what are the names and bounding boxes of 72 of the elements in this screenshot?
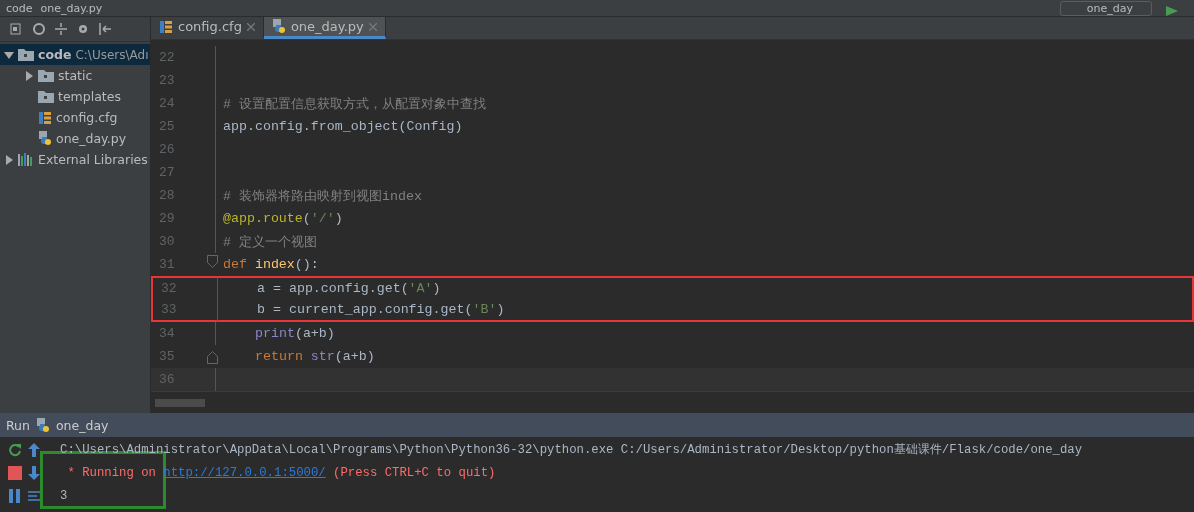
tree-item[interactable]: one_day.py (0, 128, 150, 149)
tree-item-label: External Libraries (38, 152, 148, 167)
settings-icon[interactable] (76, 22, 90, 36)
code-line: return str(a+b) (254, 349, 375, 365)
up-arrow-icon[interactable] (28, 443, 40, 457)
python-file-icon (38, 131, 52, 146)
scrollbar-thumb[interactable] (155, 398, 205, 407)
editor-tab[interactable]: config.cfg (151, 17, 264, 40)
tree-item-label: one_day.py (56, 131, 127, 146)
run-configuration-dropdown[interactable]: one_day (1059, 1, 1152, 16)
tree-item[interactable]: External Libraries (0, 149, 150, 170)
down-arrow-icon[interactable] (28, 466, 40, 480)
tree-item[interactable]: static (0, 65, 150, 86)
code-line: b = current_app.config.get('B') (256, 302, 505, 318)
python-file-icon (271, 19, 286, 35)
tree-item[interactable]: templates (0, 86, 150, 107)
line-number: 23 (158, 73, 176, 89)
line-number: 30 (158, 234, 176, 250)
library-icon (18, 153, 34, 166)
folder-icon (38, 90, 54, 103)
line-number: 35 (158, 349, 176, 365)
run-config-label[interactable]: one_day (55, 417, 109, 433)
line-number: 22 (158, 50, 176, 66)
rerun-icon[interactable] (8, 443, 22, 457)
config-file-icon (38, 110, 52, 125)
folder-path: C:\Users\Adı (75, 47, 149, 62)
tree-item[interactable]: config.cfg (0, 107, 150, 128)
tree-item-label: static (58, 68, 93, 83)
code-line: app.config.from_object(Config) (223, 119, 463, 135)
code-line: @app.route('/') (223, 211, 343, 227)
target-icon[interactable] (32, 22, 46, 36)
tree-item-label: code (38, 47, 72, 62)
config-file-icon (159, 19, 173, 34)
console-line: * Running on http://127.0.0.1:5000/ (Press CTRL+C to quit) (66, 465, 497, 482)
line-number: 34 (158, 326, 176, 342)
soft-wrap-icon[interactable] (28, 489, 40, 503)
expanded-arrow-icon[interactable] (4, 49, 14, 60)
collapsed-arrow-icon[interactable] (4, 154, 14, 165)
line-number: 26 (158, 142, 176, 158)
line-number: 28 (158, 188, 176, 204)
tree-item[interactable]: code C:\Users\Adı (0, 44, 150, 65)
line-number: 31 (158, 257, 176, 273)
collapse-icon[interactable] (54, 22, 68, 36)
python-file-icon (35, 417, 50, 433)
editor-tab[interactable]: one_day.py (263, 17, 386, 40)
breadcrumb[interactable]: code (6, 2, 33, 16)
console-line: C:\Users\Administrator\AppData\Local\Programs\Python\Python36-32\python.exe C:/Users/Administrator/Desktop/python基础课件/Flask/code/one_day (60, 442, 1083, 459)
close-icon[interactable] (246, 22, 255, 31)
project-view-icon[interactable] (10, 22, 24, 36)
line-number: 29 (158, 211, 176, 227)
code-line: def index(): (223, 257, 319, 273)
code-line: print(a+b) (254, 326, 335, 342)
panel-title: Run (6, 417, 30, 433)
line-number: 33 (160, 302, 178, 318)
code-line: # 设置配置信息获取方式，从配置对象中查找 (223, 95, 486, 113)
folder-icon (18, 48, 34, 61)
console-line: 3 (60, 488, 69, 505)
line-number: 24 (158, 96, 176, 112)
pause-icon[interactable] (8, 489, 22, 503)
hide-panel-icon[interactable] (98, 22, 112, 36)
folder-icon (38, 69, 54, 82)
code-line: a = app.config.get('A') (256, 281, 441, 297)
tree-item-label: templates (58, 89, 121, 104)
breadcrumb[interactable]: one_day.py (40, 2, 103, 16)
line-number: 27 (158, 165, 176, 181)
code-line: # 装饰器将路由映射到视图index (223, 187, 422, 205)
fold-marker-icon[interactable] (206, 351, 218, 365)
fold-marker-icon[interactable] (206, 255, 218, 269)
line-number: 25 (158, 119, 176, 135)
line-number: 32 (160, 281, 178, 297)
tree-item-label: config.cfg (56, 110, 118, 125)
collapsed-arrow-icon[interactable] (24, 70, 34, 81)
